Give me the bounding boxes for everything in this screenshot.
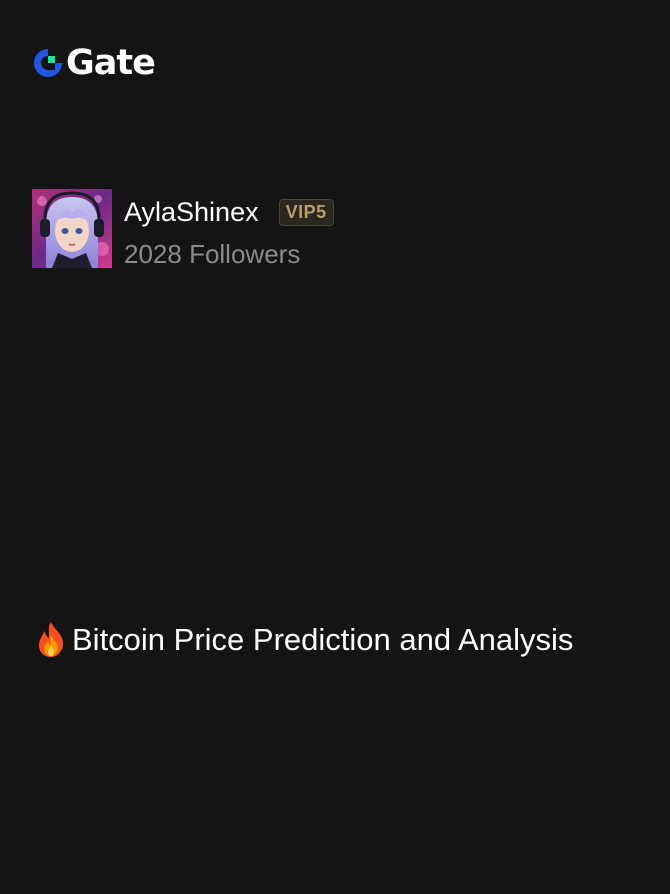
vip-badge: VIP5	[278, 198, 334, 226]
fire-icon	[39, 622, 64, 657]
username[interactable]: AylaShinex	[124, 189, 259, 235]
followers-count: 2028 Followers	[124, 239, 301, 269]
brand-name: Gate	[66, 43, 156, 83]
avatar[interactable]	[32, 189, 112, 268]
author-profile: AylaShinex VIP5 2028 Followers	[32, 189, 334, 274]
post-title-text: Bitcoin Price Prediction and Analysis	[72, 622, 574, 657]
post-title[interactable]: Bitcoin Price Prediction and Analysis	[32, 618, 573, 662]
gate-logo-icon	[34, 49, 62, 77]
gate-logo[interactable]: Gate	[32, 43, 156, 83]
